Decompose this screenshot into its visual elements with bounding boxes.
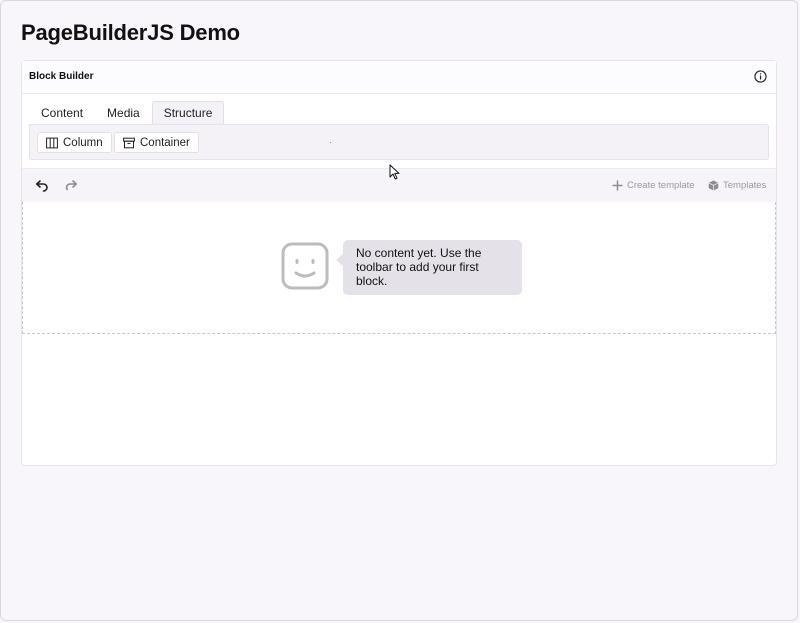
builder-title: Block Builder — [29, 71, 94, 82]
cube-icon — [708, 180, 719, 191]
drop-canvas[interactable]: No content yet. Use the toolbar to add y… — [22, 202, 776, 334]
create-template-button[interactable]: Create template — [612, 180, 695, 191]
container-button[interactable]: Container — [114, 132, 199, 153]
empty-state-message: No content yet. Use the toolbar to add y… — [336, 240, 522, 295]
divider-dot — [330, 142, 331, 143]
builder-tabs: Content Media Structure — [29, 101, 225, 125]
tab-structure[interactable]: Structure — [151, 101, 225, 124]
info-icon[interactable] — [754, 70, 767, 83]
mouse-cursor-icon — [389, 164, 400, 180]
plus-icon — [612, 180, 623, 191]
templates-label: Templates — [723, 180, 767, 191]
page-title: PageBuilderJS Demo — [21, 20, 240, 45]
block-builder: Block Builder Content Media Structure Co… — [21, 60, 777, 466]
column-button-label: Column — [63, 136, 103, 149]
column-button[interactable]: Column — [37, 132, 112, 153]
builder-header: Block Builder — [22, 61, 776, 94]
smiley-face-icon — [281, 242, 329, 290]
archive-box-icon — [123, 137, 135, 148]
tab-content[interactable]: Content — [29, 101, 95, 124]
templates-button[interactable]: Templates — [708, 180, 766, 191]
undo-icon[interactable] — [35, 178, 49, 192]
columns-icon — [46, 137, 58, 148]
tab-media[interactable]: Media — [95, 101, 152, 124]
create-template-label: Create template — [627, 180, 695, 191]
structure-toolbar: Column Container — [29, 124, 769, 160]
container-button-label: Container — [140, 136, 190, 149]
redo-icon[interactable] — [64, 178, 78, 192]
